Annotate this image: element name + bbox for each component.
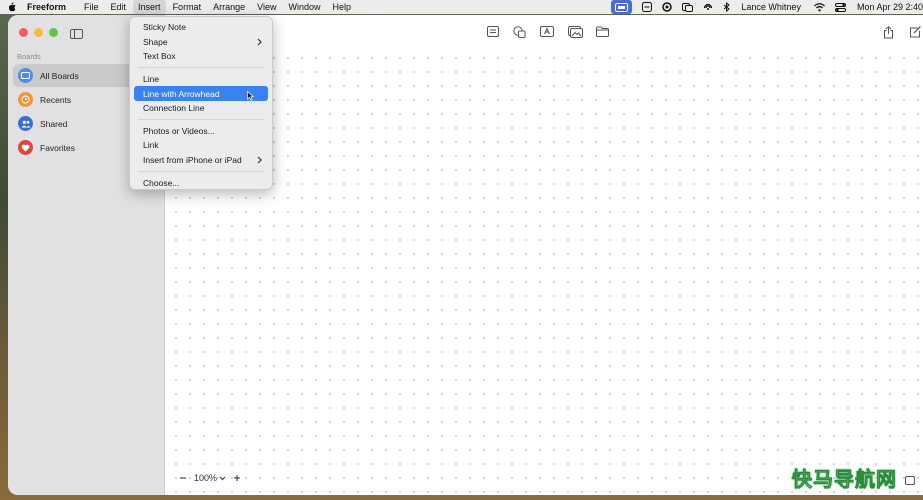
menu-item-choose[interactable]: Choose... bbox=[134, 175, 268, 190]
menu-item-connection-line[interactable]: Connection Line bbox=[134, 101, 268, 116]
zoom-in-button[interactable] bbox=[233, 474, 241, 482]
user-name[interactable]: Lance Whitney bbox=[741, 2, 801, 12]
sticky-note-tool-icon[interactable] bbox=[487, 26, 499, 37]
menu-item-insert-from-iphone[interactable]: Insert from iPhone or iPad bbox=[134, 153, 268, 168]
menu-item-label: Sticky Note bbox=[143, 22, 186, 33]
menu-item-label: Text Box bbox=[143, 51, 176, 62]
heart-icon bbox=[18, 140, 33, 155]
zoom-controls: 100% bbox=[179, 473, 241, 483]
folder-tool-icon[interactable] bbox=[596, 26, 609, 37]
bluetooth-icon[interactable] bbox=[723, 0, 731, 14]
zoom-level[interactable]: 100% bbox=[194, 473, 217, 483]
menu-item-label: Line with Arrowhead bbox=[143, 88, 220, 99]
menu-separator bbox=[138, 119, 264, 121]
insert-menu: Sticky Note Shape Text Box Line Line wit… bbox=[129, 16, 273, 190]
watermark: 快马导航网 bbox=[792, 467, 897, 492]
menu-separator bbox=[138, 170, 264, 172]
sidebar-item-label: All Boards bbox=[40, 70, 79, 81]
chevron-right-icon bbox=[257, 38, 262, 48]
board-canvas[interactable]: 100% bbox=[165, 15, 923, 495]
menu-insert[interactable]: Insert bbox=[133, 0, 166, 14]
menu-arrange[interactable]: Arrange bbox=[208, 0, 250, 14]
zoom-button[interactable] bbox=[49, 28, 58, 37]
wifi-icon[interactable] bbox=[814, 0, 825, 14]
menu-format[interactable]: Format bbox=[168, 0, 207, 14]
screen-share-icon[interactable] bbox=[611, 0, 633, 14]
clock[interactable]: Mon Apr 29 2:40 bbox=[857, 2, 923, 12]
media-tool-icon[interactable] bbox=[568, 26, 583, 38]
menu-item-label: Photos or Videos... bbox=[143, 125, 215, 136]
menu-item-label: Link bbox=[143, 140, 159, 151]
clock-icon bbox=[18, 92, 33, 107]
menu-item-line[interactable]: Line bbox=[134, 72, 268, 87]
menu-window[interactable]: Window bbox=[283, 0, 325, 14]
chevron-down-icon[interactable] bbox=[219, 476, 226, 481]
sidebar-item-label: Shared bbox=[40, 118, 68, 129]
menu-item-photos-or-videos[interactable]: Photos or Videos... bbox=[134, 124, 268, 139]
menu-help[interactable]: Help bbox=[327, 0, 356, 14]
zoom-out-button[interactable] bbox=[179, 474, 187, 482]
window-icon[interactable] bbox=[642, 0, 653, 14]
app-name-menu[interactable]: Freeform bbox=[27, 2, 66, 12]
menu-item-label: Choose... bbox=[143, 177, 180, 188]
menu-item-shape[interactable]: Shape bbox=[134, 35, 268, 50]
menu-item-label: Line bbox=[143, 74, 160, 85]
sidebar-item-label: Favorites bbox=[40, 142, 75, 153]
menu-edit[interactable]: Edit bbox=[106, 0, 132, 14]
menu-item-label: Shape bbox=[143, 36, 168, 47]
menu-file[interactable]: File bbox=[79, 0, 104, 14]
people-icon bbox=[18, 116, 33, 131]
chevron-right-icon bbox=[257, 156, 262, 166]
menu-separator bbox=[138, 67, 264, 69]
grid-icon bbox=[18, 68, 33, 83]
toolbar bbox=[165, 15, 923, 51]
share-icon[interactable] bbox=[883, 26, 894, 39]
close-button[interactable] bbox=[19, 28, 28, 37]
text-box-tool-icon[interactable] bbox=[540, 26, 554, 37]
menu-bar: Freeform File Edit Insert Format Arrange… bbox=[0, 0, 923, 14]
minimize-button[interactable] bbox=[34, 28, 43, 37]
menu-item-sticky-note[interactable]: Sticky Note bbox=[134, 20, 268, 35]
menu-view[interactable]: View bbox=[252, 0, 281, 14]
airdrop-icon[interactable] bbox=[703, 0, 713, 14]
new-board-icon[interactable] bbox=[909, 26, 922, 38]
menu-item-line-with-arrowhead[interactable]: Line with Arrowhead bbox=[134, 86, 268, 102]
control-center-icon[interactable] bbox=[834, 0, 846, 14]
menu-item-label: Insert from iPhone or iPad bbox=[143, 155, 242, 166]
gear-badge-icon[interactable] bbox=[662, 0, 673, 14]
sidebar-item-label: Recents bbox=[40, 94, 72, 105]
menu-item-text-box[interactable]: Text Box bbox=[134, 49, 268, 64]
fullscreen-icon[interactable] bbox=[905, 476, 915, 485]
menu-item-label: Connection Line bbox=[143, 103, 205, 114]
sidebar-section-label: Boards bbox=[17, 52, 41, 61]
shape-tool-icon[interactable] bbox=[513, 26, 526, 38]
stage-manager-icon[interactable] bbox=[682, 0, 694, 14]
window-controls bbox=[19, 28, 58, 37]
menu-item-link[interactable]: Link bbox=[134, 138, 268, 153]
sidebar-toggle-icon[interactable] bbox=[70, 26, 83, 44]
apple-icon[interactable] bbox=[7, 2, 17, 12]
